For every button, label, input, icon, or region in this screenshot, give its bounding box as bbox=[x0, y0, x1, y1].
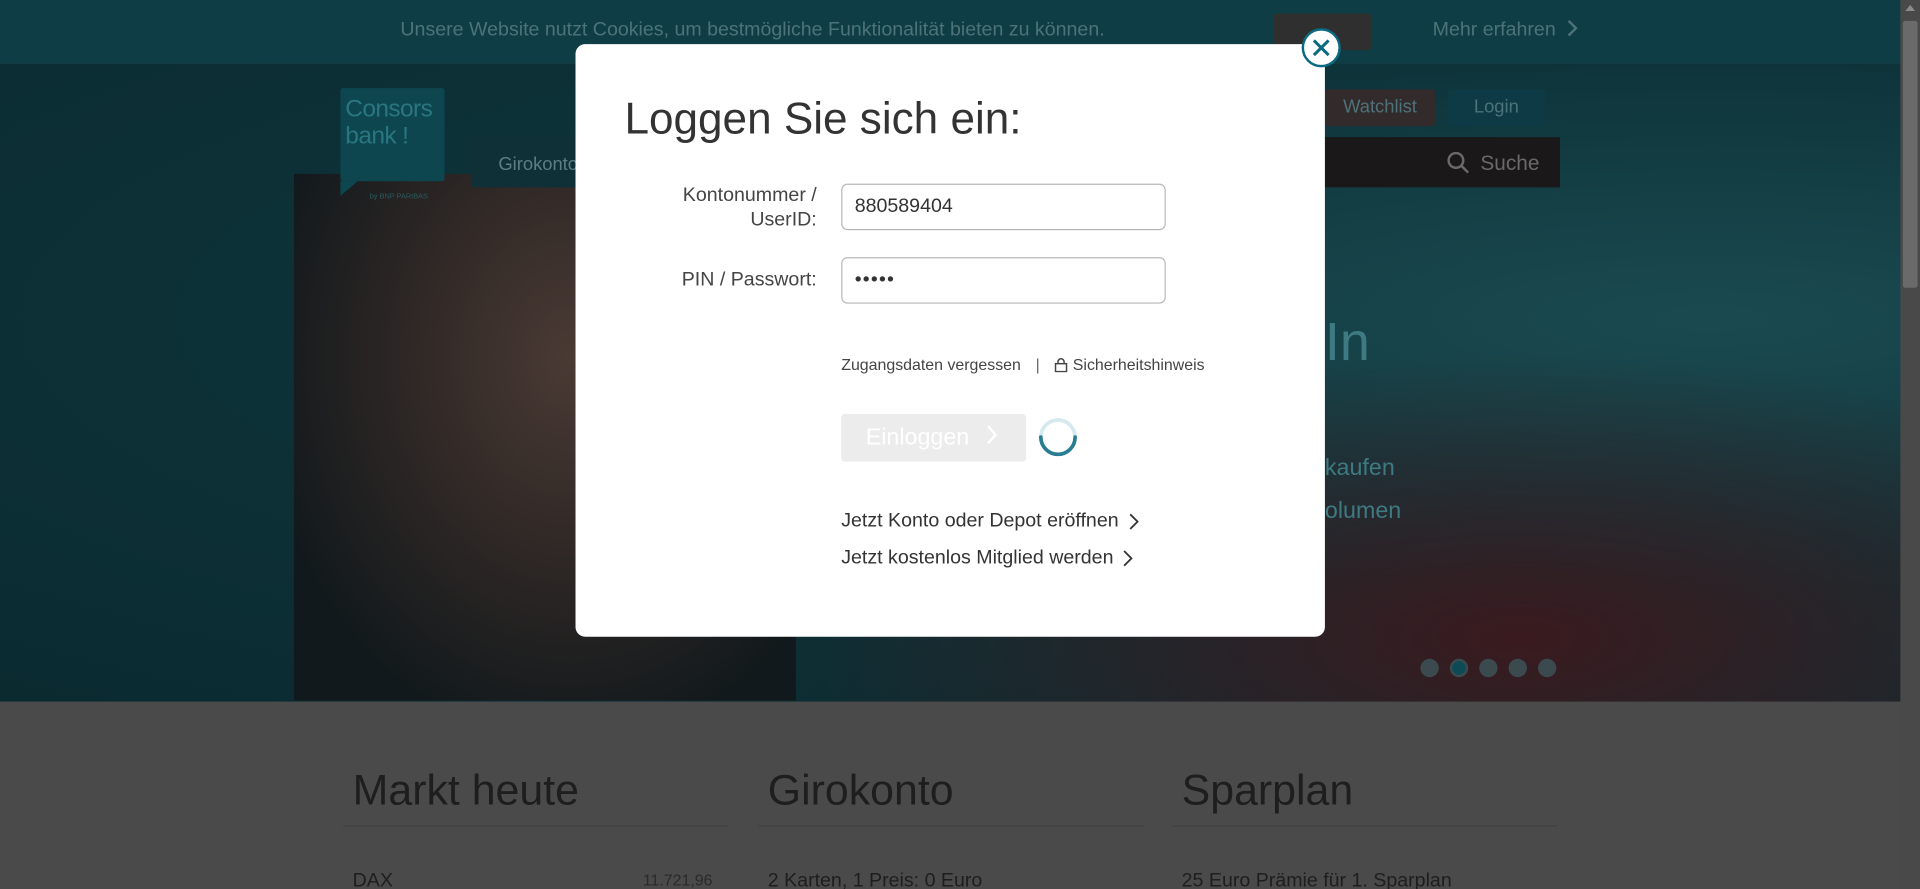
pin-password-input[interactable] bbox=[841, 257, 1166, 304]
link-separator: | bbox=[1035, 355, 1040, 374]
close-icon bbox=[1312, 39, 1330, 57]
chevron-right-icon bbox=[1123, 550, 1134, 567]
logo-line-1: Consors bbox=[345, 95, 433, 123]
become-member-label: Jetzt kostenlos Mitglied werden bbox=[841, 547, 1114, 569]
search-icon bbox=[1447, 151, 1470, 174]
account-label-line-2: UserID: bbox=[750, 209, 817, 231]
chevron-right-icon bbox=[1128, 513, 1139, 530]
help-links: Zugangsdaten vergessen | Sicherheitshinw… bbox=[841, 355, 1204, 373]
account-label: Kontonummer / UserID: bbox=[596, 184, 817, 233]
security-notice-link[interactable]: Sicherheitshinweis bbox=[1073, 355, 1205, 373]
page-scrollbar[interactable] bbox=[1900, 0, 1920, 889]
slide-dot[interactable] bbox=[1420, 658, 1439, 678]
become-member-link[interactable]: Jetzt kostenlos Mitglied werden bbox=[841, 547, 1134, 569]
logo-line-2: bank ! bbox=[345, 122, 409, 150]
dax-value: 11.721,96 bbox=[642, 870, 713, 889]
slide-dot[interactable] bbox=[1537, 658, 1557, 678]
slide-dot[interactable] bbox=[1449, 658, 1469, 678]
cookie-more-link[interactable]: Mehr erfahren bbox=[1433, 20, 1579, 42]
open-account-link[interactable]: Jetzt Konto oder Depot eröffnen bbox=[841, 510, 1139, 533]
lock-icon bbox=[1054, 357, 1068, 372]
column-title-girokonto: Girokonto bbox=[767, 766, 954, 815]
slide-dot[interactable] bbox=[1479, 658, 1498, 678]
divider bbox=[757, 825, 1144, 827]
account-label-line-1: Kontonummer / bbox=[682, 184, 817, 206]
scroll-thumb[interactable] bbox=[1902, 20, 1918, 288]
account-number-input[interactable] bbox=[841, 183, 1166, 231]
login-modal: Loggen Sie sich ein: Kontonummer / UserI… bbox=[575, 44, 1325, 637]
divider bbox=[1171, 825, 1558, 827]
modal-title: Loggen Sie sich ein: bbox=[624, 93, 1022, 144]
hero-line-2: olumen bbox=[1324, 498, 1402, 525]
column-title-sparplan: Sparplan bbox=[1181, 766, 1354, 815]
pin-label: PIN / Passwort: bbox=[681, 269, 817, 291]
column-title-markt: Markt heute bbox=[352, 766, 579, 815]
dax-label[interactable]: DAX bbox=[353, 871, 393, 889]
nav-item-girokonto[interactable]: Girokonto bbox=[498, 154, 578, 175]
content-section: Markt heute DAX 11.721,96 Girokonto 2 Ka… bbox=[0, 701, 1901, 889]
bank-logo[interactable]: Consors bank ! bbox=[340, 88, 445, 196]
hero-headline: In bbox=[1324, 312, 1370, 373]
sparplan-teaser[interactable]: 25 Euro Prämie für 1. Sparplan bbox=[1182, 871, 1452, 889]
chevron-right-icon bbox=[987, 424, 997, 444]
search-label: Suche bbox=[1480, 151, 1540, 176]
open-account-label: Jetzt Konto oder Depot eröffnen bbox=[841, 510, 1119, 532]
divider bbox=[342, 825, 729, 827]
header-login-button[interactable]: Login bbox=[1447, 89, 1546, 127]
logo-subtitle: by BNP PARIBAS bbox=[369, 193, 428, 201]
login-submit-label: Einloggen bbox=[865, 424, 970, 451]
girokonto-teaser[interactable]: 2 Karten, 1 Preis: 0 Euro bbox=[768, 871, 983, 889]
slide-dots bbox=[1420, 658, 1557, 678]
loading-spinner-icon bbox=[1038, 418, 1077, 457]
modal-close-button[interactable] bbox=[1301, 28, 1341, 68]
hero-line-1: kaufen bbox=[1324, 455, 1395, 482]
forgot-credentials-link[interactable]: Zugangsdaten vergessen bbox=[841, 355, 1021, 373]
chevron-right-icon bbox=[1567, 19, 1578, 37]
login-submit-button[interactable]: Einloggen bbox=[841, 413, 1027, 462]
cookie-text: Unsere Website nutzt Cookies, um bestmög… bbox=[400, 19, 1105, 41]
scroll-up-arrow-icon[interactable] bbox=[1905, 4, 1916, 12]
watchlist-button[interactable]: Watchlist bbox=[1324, 89, 1436, 127]
cookie-more-label: Mehr erfahren bbox=[1432, 19, 1556, 41]
slide-dot[interactable] bbox=[1508, 658, 1527, 678]
